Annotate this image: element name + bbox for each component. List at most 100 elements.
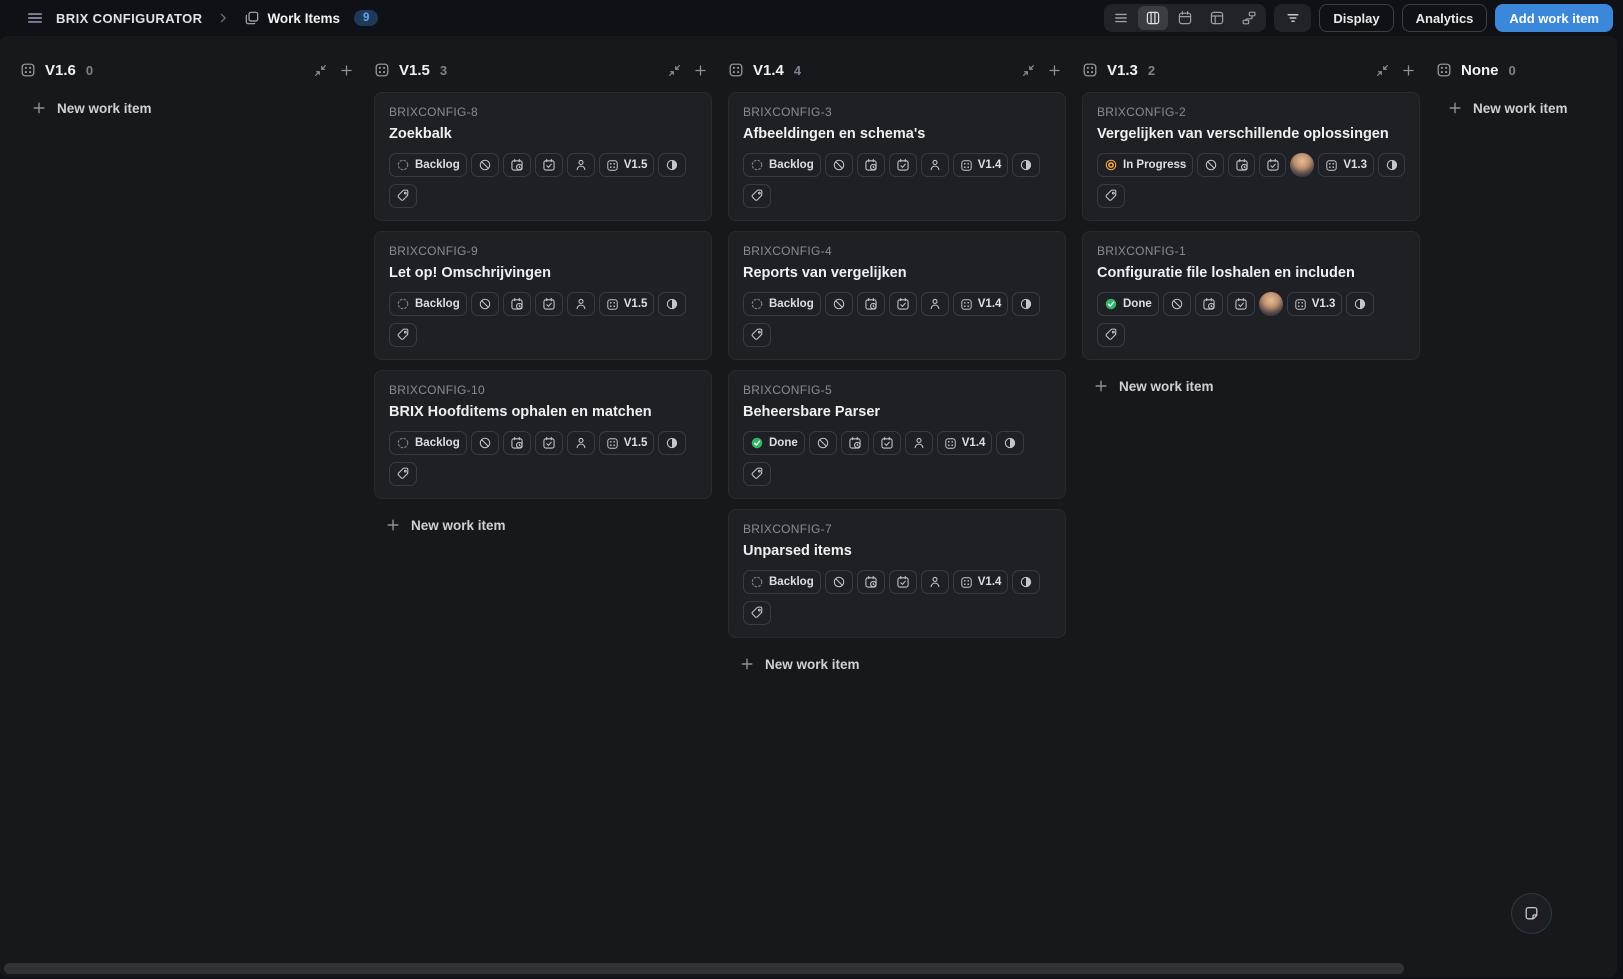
hamburger-menu-icon[interactable]: [26, 9, 44, 27]
target-date-chip[interactable]: [873, 431, 901, 455]
target-date-chip[interactable]: [535, 292, 563, 316]
assignee-chip[interactable]: [567, 431, 595, 455]
priority-chip[interactable]: [471, 431, 499, 455]
status-chip[interactable]: In Progress: [1097, 153, 1193, 177]
new-work-item-button[interactable]: New work item: [1082, 370, 1220, 402]
estimation-chip[interactable]: [1346, 292, 1374, 316]
add-card-button[interactable]: [1047, 63, 1062, 78]
display-button[interactable]: Display: [1319, 4, 1393, 32]
priority-chip[interactable]: [1197, 153, 1224, 177]
view-flow-button[interactable]: [1234, 6, 1264, 30]
horizontal-scrollbar-thumb[interactable]: [4, 963, 1404, 974]
view-list-button[interactable]: [1106, 6, 1136, 30]
target-date-chip[interactable]: [1259, 153, 1286, 177]
priority-chip[interactable]: [825, 153, 853, 177]
work-item-card[interactable]: BRIXCONFIG-5Beheersbare ParserDoneV1.4: [728, 370, 1066, 499]
analytics-button[interactable]: Analytics: [1402, 4, 1488, 32]
work-item-card[interactable]: BRIXCONFIG-10BRIX Hoofditems ophalen en …: [374, 370, 712, 499]
work-item-card[interactable]: BRIXCONFIG-1Configuratie file loshalen e…: [1082, 231, 1420, 360]
new-work-item-button[interactable]: New work item: [374, 509, 512, 541]
status-chip[interactable]: Done: [1097, 292, 1159, 316]
milestone-chip[interactable]: V1.4: [953, 570, 1009, 594]
new-work-item-button[interactable]: New work item: [1436, 92, 1574, 124]
status-chip[interactable]: Backlog: [743, 153, 821, 177]
status-chip[interactable]: Backlog: [389, 431, 467, 455]
view-calendar-button[interactable]: [1170, 6, 1200, 30]
labels-chip[interactable]: [389, 184, 417, 208]
add-card-button[interactable]: [339, 63, 354, 78]
work-item-card[interactable]: BRIXCONFIG-9Let op! OmschrijvingenBacklo…: [374, 231, 712, 360]
new-work-item-button[interactable]: New work item: [20, 92, 158, 124]
breadcrumb-page[interactable]: Work Items: [267, 11, 340, 26]
due-date-chip[interactable]: [857, 292, 885, 316]
priority-chip[interactable]: [1163, 292, 1191, 316]
status-chip[interactable]: Backlog: [389, 292, 467, 316]
work-item-card[interactable]: BRIXCONFIG-7Unparsed itemsBacklogV1.4: [728, 509, 1066, 638]
assignee-chip[interactable]: [905, 431, 933, 455]
due-date-chip[interactable]: [841, 431, 869, 455]
estimation-chip[interactable]: [658, 153, 686, 177]
estimation-chip[interactable]: [658, 431, 686, 455]
filter-button[interactable]: [1274, 4, 1311, 32]
milestone-chip[interactable]: V1.3: [1287, 292, 1343, 316]
priority-chip[interactable]: [825, 292, 853, 316]
assignee-chip[interactable]: [921, 292, 949, 316]
labels-chip[interactable]: [743, 462, 771, 486]
estimation-chip[interactable]: [1012, 153, 1040, 177]
assignee-avatar[interactable]: [1290, 153, 1314, 177]
labels-chip[interactable]: [743, 601, 771, 625]
assignee-avatar[interactable]: [1259, 292, 1283, 316]
due-date-chip[interactable]: [503, 153, 531, 177]
view-board-button[interactable]: [1138, 6, 1168, 30]
assignee-chip[interactable]: [921, 570, 949, 594]
priority-chip[interactable]: [825, 570, 853, 594]
due-date-chip[interactable]: [857, 153, 885, 177]
target-date-chip[interactable]: [889, 570, 917, 594]
target-date-chip[interactable]: [535, 431, 563, 455]
status-chip[interactable]: Backlog: [743, 292, 821, 316]
milestone-chip[interactable]: V1.3: [1318, 153, 1374, 177]
status-chip[interactable]: Done: [743, 431, 805, 455]
labels-chip[interactable]: [389, 323, 417, 347]
due-date-chip[interactable]: [1228, 153, 1255, 177]
status-chip[interactable]: Backlog: [743, 570, 821, 594]
work-item-card[interactable]: BRIXCONFIG-2Vergelijken van verschillend…: [1082, 92, 1420, 221]
milestone-chip[interactable]: V1.5: [599, 292, 655, 316]
due-date-chip[interactable]: [503, 292, 531, 316]
add-card-button[interactable]: [1401, 63, 1416, 78]
assignee-chip[interactable]: [567, 153, 595, 177]
add-work-item-button[interactable]: Add work item: [1495, 4, 1613, 32]
view-layout-button[interactable]: [1202, 6, 1232, 30]
estimation-chip[interactable]: [1012, 292, 1040, 316]
due-date-chip[interactable]: [503, 431, 531, 455]
labels-chip[interactable]: [743, 184, 771, 208]
priority-chip[interactable]: [471, 292, 499, 316]
work-item-card[interactable]: BRIXCONFIG-3Afbeeldingen en schema'sBack…: [728, 92, 1066, 221]
priority-chip[interactable]: [471, 153, 499, 177]
due-date-chip[interactable]: [857, 570, 885, 594]
target-date-chip[interactable]: [535, 153, 563, 177]
labels-chip[interactable]: [1097, 184, 1125, 208]
collapse-column-button[interactable]: [313, 63, 328, 78]
milestone-chip[interactable]: V1.4: [937, 431, 993, 455]
milestone-chip[interactable]: V1.4: [953, 292, 1009, 316]
breadcrumb-project[interactable]: BRIX CONFIGURATOR: [56, 11, 202, 26]
milestone-chip[interactable]: V1.5: [599, 153, 655, 177]
notes-fab-button[interactable]: [1511, 893, 1552, 934]
estimation-chip[interactable]: [1378, 153, 1405, 177]
collapse-column-button[interactable]: [667, 63, 682, 78]
estimation-chip[interactable]: [1012, 570, 1040, 594]
target-date-chip[interactable]: [889, 153, 917, 177]
target-date-chip[interactable]: [889, 292, 917, 316]
estimation-chip[interactable]: [658, 292, 686, 316]
work-item-card[interactable]: BRIXCONFIG-8ZoekbalkBacklogV1.5: [374, 92, 712, 221]
labels-chip[interactable]: [389, 462, 417, 486]
milestone-chip[interactable]: V1.5: [599, 431, 655, 455]
assignee-chip[interactable]: [921, 153, 949, 177]
new-work-item-button[interactable]: New work item: [728, 648, 866, 680]
collapse-column-button[interactable]: [1375, 63, 1390, 78]
labels-chip[interactable]: [743, 323, 771, 347]
priority-chip[interactable]: [809, 431, 837, 455]
assignee-chip[interactable]: [567, 292, 595, 316]
target-date-chip[interactable]: [1227, 292, 1255, 316]
